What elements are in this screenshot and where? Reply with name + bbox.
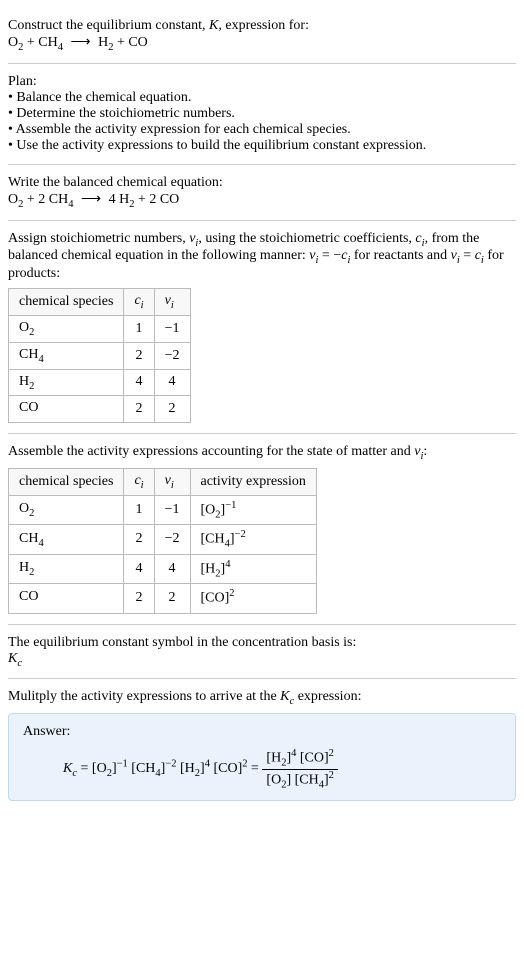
symbol-section: The equilibrium constant symbol in the c… (8, 625, 516, 680)
fraction: [H2]4 [CO]2[O2] [CH4]2 (262, 748, 338, 790)
stoich-intro: Assign stoichiometric numbers, νi, using… (8, 231, 516, 283)
unbalanced-equation: O2 + CH4 ⟶ H2 + CO (8, 34, 516, 53)
table-row: CH4 2 −2 (9, 342, 191, 369)
header-species: chemical species (9, 468, 124, 495)
arrow-icon: ⟶ (66, 34, 94, 51)
kc-symbol: Kc (8, 651, 516, 669)
header-activity: activity expression (190, 468, 316, 495)
table-header-row: chemical species ci νi activity expressi… (9, 468, 317, 495)
table-row: CO 2 2 [CO]2 (9, 584, 317, 613)
list-item: Determine the stoichiometric numbers. (8, 106, 516, 122)
table-row: O2 1 −1 [O2]−1 (9, 495, 317, 524)
plan-list: Balance the chemical equation. Determine… (8, 90, 516, 154)
balanced-section: Write the balanced chemical equation: O2… (8, 165, 516, 221)
list-item: Use the activity expressions to build th… (8, 138, 516, 154)
table-row: O2 1 −1 (9, 315, 191, 342)
answer-title: Answer: (23, 724, 501, 740)
table-header-row: chemical species ci νi (9, 289, 191, 316)
header-ci: ci (124, 289, 154, 316)
arrow-icon: ⟶ (77, 191, 105, 208)
table-row: H2 4 4 (9, 369, 191, 396)
activity-section: Assemble the activity expressions accoun… (8, 434, 516, 624)
multiply-section: Mulitply the activity expressions to arr… (8, 679, 516, 811)
header-species: chemical species (9, 289, 124, 316)
kc-expression: Kc = [O2]−1 [CH4]−2 [H2]4 [CO]2 = [H2]4 … (23, 748, 501, 790)
list-item: Balance the chemical equation. (8, 90, 516, 106)
intro-title: Construct the equilibrium constant, K, e… (8, 18, 516, 34)
answer-box: Answer: Kc = [O2]−1 [CH4]−2 [H2]4 [CO]2 … (8, 713, 516, 801)
symbol-intro: The equilibrium constant symbol in the c… (8, 635, 516, 651)
plan-section: Plan: Balance the chemical equation. Det… (8, 64, 516, 165)
table-row: CH4 2 −2 [CH4]−2 (9, 525, 317, 554)
stoich-table: chemical species ci νi O2 1 −1 CH4 2 −2 … (8, 288, 191, 423)
header-nu: νi (154, 468, 190, 495)
stoich-section: Assign stoichiometric numbers, νi, using… (8, 221, 516, 435)
header-ci: ci (124, 468, 154, 495)
multiply-intro: Mulitply the activity expressions to arr… (8, 689, 516, 707)
table-row: CO 2 2 (9, 396, 191, 423)
activity-intro: Assemble the activity expressions accoun… (8, 444, 516, 462)
balanced-title: Write the balanced chemical equation: (8, 175, 516, 191)
activity-table: chemical species ci νi activity expressi… (8, 468, 317, 614)
intro-section: Construct the equilibrium constant, K, e… (8, 8, 516, 64)
list-item: Assemble the activity expression for eac… (8, 122, 516, 138)
balanced-equation: O2 + 2 CH4 ⟶ 4 H2 + 2 CO (8, 191, 516, 210)
header-nu: νi (154, 289, 190, 316)
table-row: H2 4 4 [H2]4 (9, 554, 317, 583)
plan-title: Plan: (8, 74, 516, 90)
